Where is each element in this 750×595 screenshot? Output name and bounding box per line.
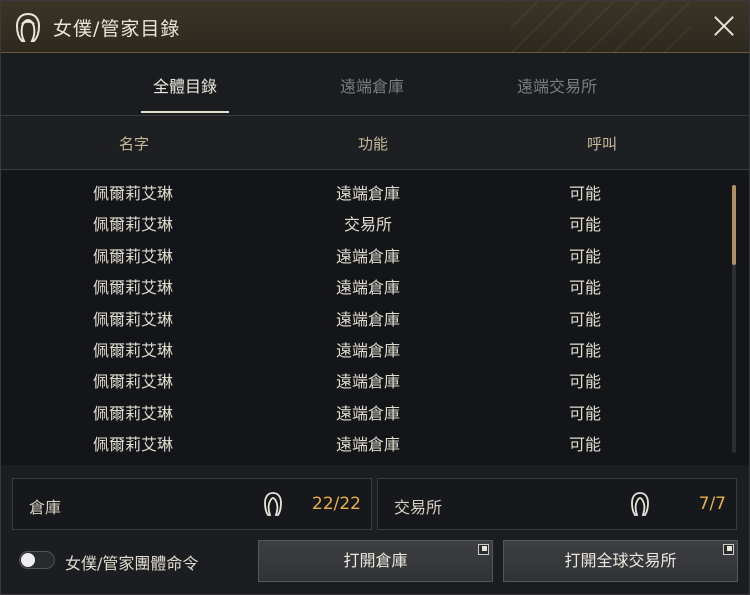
market-label: 交易所 — [394, 498, 443, 517]
row-function: 遠端倉庫 — [336, 341, 401, 360]
row-name: 佩爾莉艾琳 — [93, 278, 174, 297]
row-name: 佩爾莉艾琳 — [93, 435, 174, 454]
table-row[interactable]: 佩爾莉艾琳 遠端倉庫 可能 — [1, 363, 741, 394]
row-call: 可能 — [569, 404, 602, 423]
table-row[interactable]: 佩爾莉艾琳 遠端倉庫 可能 — [1, 301, 741, 332]
tab-bar: 全體目錄 遠端倉庫 遠端交易所 — [1, 53, 749, 116]
toggle-knob — [21, 553, 35, 567]
header-function: 功能 — [358, 135, 389, 153]
row-call: 可能 — [569, 278, 602, 297]
tab-all-list[interactable]: 全體目錄 — [141, 73, 230, 113]
row-call: 可能 — [569, 372, 602, 391]
row-name: 佩爾莉艾琳 — [93, 247, 174, 266]
market-stat-box: 交易所 7/7 — [377, 478, 737, 530]
open-storage-button[interactable]: 打開倉庫 — [258, 540, 493, 582]
table-row[interactable]: 佩爾莉艾琳 遠端倉庫 可能 — [1, 269, 741, 300]
row-function: 遠端倉庫 — [336, 247, 401, 266]
tab-label: 遠端交易所 — [517, 77, 598, 96]
table-row[interactable]: 佩爾莉艾琳 交易所 可能 — [1, 206, 741, 237]
row-name: 佩爾莉艾琳 — [93, 341, 174, 360]
row-name: 佩爾莉艾琳 — [93, 372, 174, 391]
row-call: 可能 — [569, 435, 602, 454]
tab-label: 全體目錄 — [153, 77, 218, 96]
table-header: 名字 功能 呼叫 — [1, 116, 749, 169]
button-label: 打開倉庫 — [343, 551, 408, 570]
external-link-icon — [723, 544, 734, 555]
row-function: 遠端倉庫 — [336, 184, 401, 203]
tab-label: 遠端倉庫 — [340, 77, 405, 96]
row-name: 佩爾莉艾琳 — [93, 184, 174, 203]
row-name: 佩爾莉艾琳 — [93, 404, 174, 423]
open-global-market-button[interactable]: 打開全球交易所 — [503, 540, 738, 582]
active-tab-indicator — [141, 111, 230, 113]
row-function: 遠端倉庫 — [336, 278, 401, 297]
group-command-toggle[interactable] — [19, 551, 55, 569]
row-function: 遠端倉庫 — [336, 435, 401, 454]
row-function: 遠端倉庫 — [336, 310, 401, 329]
maid-icon — [15, 12, 41, 42]
table-row[interactable]: 佩爾莉艾琳 遠端倉庫 可能 — [1, 426, 741, 457]
header-call: 呼叫 — [587, 135, 618, 153]
external-link-icon — [478, 544, 489, 555]
button-label: 打開全球交易所 — [564, 551, 677, 570]
storage-stat-box: 倉庫 22/22 — [12, 478, 372, 530]
tab-remote-market[interactable]: 遠端交易所 — [517, 73, 597, 113]
maid-list: 佩爾莉艾琳 遠端倉庫 可能 佩爾莉艾琳 交易所 可能 佩爾莉艾琳 遠端倉庫 可能… — [1, 170, 749, 465]
row-name: 佩爾莉艾琳 — [93, 215, 174, 234]
row-call: 可能 — [569, 247, 602, 266]
row-function: 交易所 — [344, 215, 393, 234]
table-row[interactable]: 佩爾莉艾琳 遠端倉庫 可能 — [1, 238, 741, 269]
maid-butler-window: 女僕/管家目錄 全體目錄 遠端倉庫 遠端交易所 名字 功能 呼叫 佩爾莉艾琳 遠… — [0, 0, 750, 595]
storage-label: 倉庫 — [29, 498, 62, 517]
title-decoration — [511, 1, 691, 53]
window-title: 女僕/管家目錄 — [53, 18, 181, 40]
title-bar: 女僕/管家目錄 — [1, 1, 749, 53]
maid-icon — [264, 492, 282, 516]
row-call: 可能 — [569, 215, 602, 234]
row-call: 可能 — [569, 310, 602, 329]
row-name: 佩爾莉艾琳 — [93, 310, 174, 329]
row-call: 可能 — [569, 341, 602, 360]
table-row[interactable]: 佩爾莉艾琳 遠端倉庫 可能 — [1, 175, 741, 206]
tab-remote-storage[interactable]: 遠端倉庫 — [340, 73, 404, 113]
header-name: 名字 — [119, 135, 150, 153]
row-call: 可能 — [569, 184, 602, 203]
maid-icon — [631, 492, 649, 516]
table-row[interactable]: 佩爾莉艾琳 遠端倉庫 可能 — [1, 395, 741, 426]
table-row[interactable]: 佩爾莉艾琳 遠端倉庫 可能 — [1, 332, 741, 363]
storage-count: 22/22 — [312, 494, 361, 514]
row-function: 遠端倉庫 — [336, 372, 401, 391]
scrollbar-thumb[interactable] — [732, 185, 736, 265]
close-icon[interactable] — [711, 13, 737, 39]
row-function: 遠端倉庫 — [336, 404, 401, 423]
market-count: 7/7 — [698, 494, 726, 514]
group-command-label: 女僕/管家團體命令 — [65, 554, 199, 573]
